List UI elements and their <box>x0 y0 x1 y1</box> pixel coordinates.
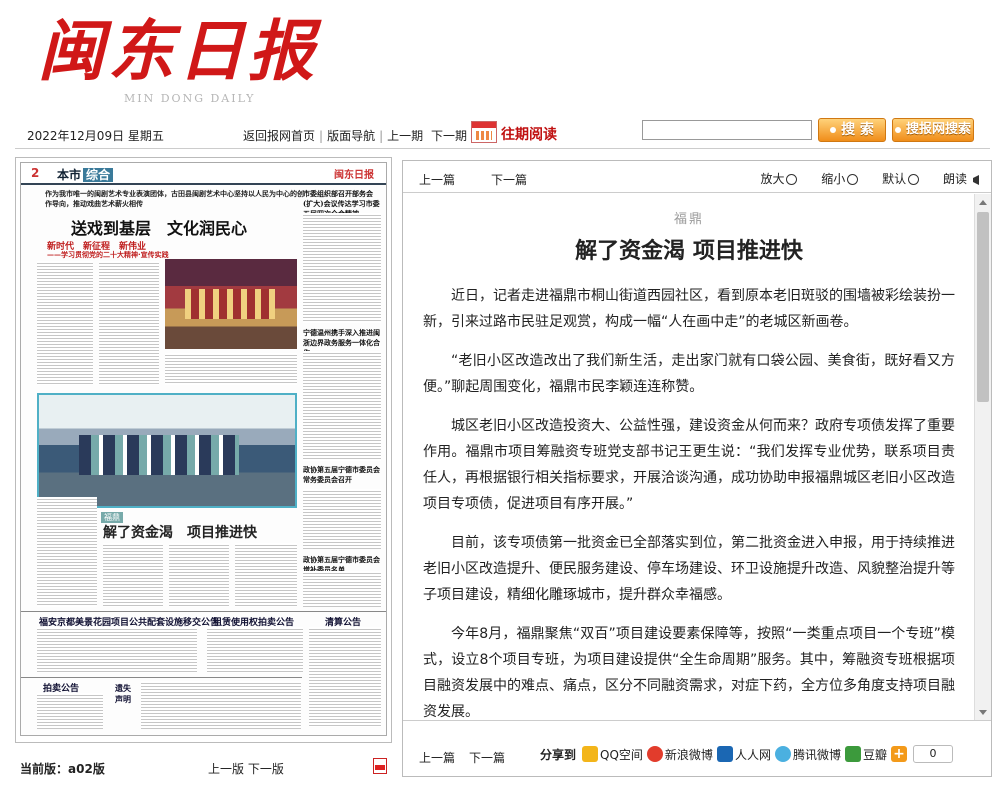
more-share-icon[interactable]: + <box>890 746 907 762</box>
search-button[interactable]: 搜 索 <box>818 118 886 142</box>
share-douban[interactable]: 豆瓣 <box>844 746 887 763</box>
scroll-thumb[interactable] <box>977 212 989 402</box>
prev-article-link[interactable]: 上一篇 <box>419 171 455 188</box>
body-text <box>37 261 93 385</box>
paper-logo: 闽东日报 <box>334 170 374 181</box>
tencent-weibo-icon <box>774 746 791 762</box>
share-qzone[interactable]: QQ空间 <box>582 746 643 763</box>
home-link[interactable]: 返回报网首页 <box>243 129 315 143</box>
article-paragraph: 近日，记者走进福鼎市桐山街道西园社区，看到原本老旧斑驳的围墙被彩绘装扮一新，引来… <box>423 288 955 330</box>
search-input[interactable] <box>642 120 812 140</box>
site-search-button[interactable]: 搜报网搜索 <box>892 118 974 142</box>
article-title: 解了资金渴 项目推进快 <box>575 239 803 264</box>
circle-icon <box>908 174 920 185</box>
minus-icon <box>847 174 859 185</box>
body-text <box>37 627 197 673</box>
newspaper-page-image[interactable]: 2 本市 综合 闽东日报 作为我市唯一的闽剧艺术专业表演团体，古田县闽剧艺术中心坚… <box>20 162 387 736</box>
lead-title[interactable]: 送戏到基层 文化润民心 <box>71 215 247 239</box>
logo-subtitle: MIN DONG DAILY <box>124 92 256 105</box>
body-text <box>303 351 381 461</box>
pdf-icon[interactable] <box>373 758 387 774</box>
default-size-button[interactable]: 默认 <box>872 172 920 186</box>
divider <box>21 611 386 612</box>
body-text <box>235 543 297 607</box>
article-toolbar: 上一篇 下一篇 放大 缩小 默认 朗读 <box>403 161 991 193</box>
layout-nav-link[interactable]: 版面导航 <box>327 129 375 143</box>
logo-text: 闽东日报 <box>38 12 318 90</box>
share-weibo[interactable]: 新浪微博 <box>646 746 713 763</box>
factory-photo[interactable] <box>37 393 297 508</box>
page-number: 2 <box>31 166 40 180</box>
article-content: 福鼎 解了资金渴 项目推进快 近日，记者走进福鼎市桐山街道西园社区，看到原本老旧… <box>403 194 975 721</box>
body-text <box>303 489 381 549</box>
douban-icon <box>844 746 861 762</box>
nav-links: 返回报网首页|版面导航|上一期 下一期| <box>243 127 479 144</box>
article-paragraph: “老旧小区改造改出了我们新生活，走出家门就有口袋公园、美食街，既好看又方便。”聊… <box>423 353 955 395</box>
prev-article-link-bottom[interactable]: 上一篇 <box>419 749 455 766</box>
renren-icon <box>716 746 733 762</box>
body-text <box>303 213 381 323</box>
prev-issue-link[interactable]: 上一期 <box>387 129 423 143</box>
share-tencent-weibo[interactable]: 腾讯微博 <box>774 746 841 763</box>
qzone-icon <box>582 746 599 762</box>
separator: | <box>379 129 384 143</box>
body-text <box>37 497 97 607</box>
scroll-up-icon[interactable] <box>979 200 987 205</box>
issue-date: 2022年12月09日 星期五 <box>27 129 164 143</box>
body-text <box>141 681 301 729</box>
body-text <box>303 571 381 607</box>
body-text <box>99 261 159 385</box>
logo[interactable]: 闽东日报 MIN DONG DAILY <box>30 8 314 108</box>
lead-kicker[interactable]: 作为我市唯一的闽剧艺术专业表演团体，古田县闽剧艺术中心坚持以人民为中心的创作导向… <box>45 189 307 209</box>
current-page: 当前版：a02版 <box>20 762 105 776</box>
article-scrollbar[interactable] <box>974 194 991 721</box>
next-issue-link[interactable]: 下一期 <box>431 129 467 143</box>
past-issues-link[interactable]: 往期阅读 <box>501 124 557 144</box>
reading-tools: 放大 缩小 默认 朗读 <box>740 170 979 187</box>
scroll-down-icon[interactable] <box>979 710 987 715</box>
share-label: 分享到 <box>540 747 577 762</box>
body-text <box>165 353 297 385</box>
share-count: 0 <box>912 745 953 763</box>
top-navbar: 2022年12月09日 星期五 返回报网首页|版面导航|上一期 下一期| 往期阅… <box>15 117 990 149</box>
weibo-icon <box>646 746 663 762</box>
body-text <box>309 627 381 727</box>
section-name: 本市 综合 <box>57 166 114 183</box>
read-aloud-button[interactable]: 朗读 <box>933 172 979 186</box>
plus-icon <box>786 174 798 185</box>
divider <box>21 677 302 678</box>
zoom-in-button[interactable]: 放大 <box>750 172 798 186</box>
opera-photo[interactable] <box>165 259 297 349</box>
article-paragraph: 今年8月，福鼎聚焦“双百”项目建设要素保障等，按照“一类重点项目一个专班”模式，… <box>423 626 955 720</box>
prev-page-link[interactable]: 上一版 <box>208 762 244 776</box>
body-text <box>37 693 103 729</box>
newspaper-page-panel: 2 本市 综合 闽东日报 作为我市唯一的闽剧艺术专业表演团体，古田县闽剧艺术中心坚… <box>15 157 392 743</box>
share-renren[interactable]: 人人网 <box>716 746 771 763</box>
article-panel: 上一篇 下一篇 放大 缩小 默认 朗读 福鼎 解了资金渴 项目推进快 近日，记者… <box>402 160 992 777</box>
next-article-link-bottom[interactable]: 下一篇 <box>469 749 505 766</box>
right-news-title-3[interactable]: 政协第五届宁德市委员会常务委员会召开 <box>303 465 381 485</box>
article-kicker: 福鼎 <box>673 212 704 227</box>
speaker-icon <box>969 174 979 185</box>
page-nav: 上一版 下一版 <box>208 760 284 777</box>
share-bar: 分享到 QQ空间 新浪微博 人人网 腾讯微博 豆瓣 + 0 <box>540 745 953 763</box>
page-header: 2 本市 综合 闽东日报 <box>21 163 386 185</box>
ad-title-5[interactable]: 遗失声明 <box>115 683 137 705</box>
body-text <box>169 543 229 607</box>
zoom-out-button[interactable]: 缩小 <box>811 172 859 186</box>
article-paragraph: 目前，该专项债第一批资金已全部落实到位，第二批资金进入申报，用于持续推进老旧小区… <box>423 535 955 603</box>
lead-subtitle-2: ——学习贯彻党的二十大精神·宣传实践 <box>47 251 169 259</box>
separator: | <box>319 129 324 143</box>
calendar-icon[interactable] <box>471 121 497 143</box>
article-footer: 上一篇 下一篇 分享到 QQ空间 新浪微博 人人网 腾讯微博 豆瓣 + 0 <box>403 720 991 776</box>
next-page-link[interactable]: 下一版 <box>248 762 284 776</box>
article-headline-on-page[interactable]: 解了资金渴 项目推进快 <box>103 522 257 542</box>
article-paragraph: 城区老旧小区改造投资大、公益性强，建设资金从何而来？政府专项债发挥了重要作用。福… <box>423 418 955 512</box>
current-page-value: a02版 <box>68 762 105 776</box>
next-article-link[interactable]: 下一篇 <box>491 171 527 188</box>
body-text <box>207 627 303 673</box>
body-text <box>103 543 163 607</box>
